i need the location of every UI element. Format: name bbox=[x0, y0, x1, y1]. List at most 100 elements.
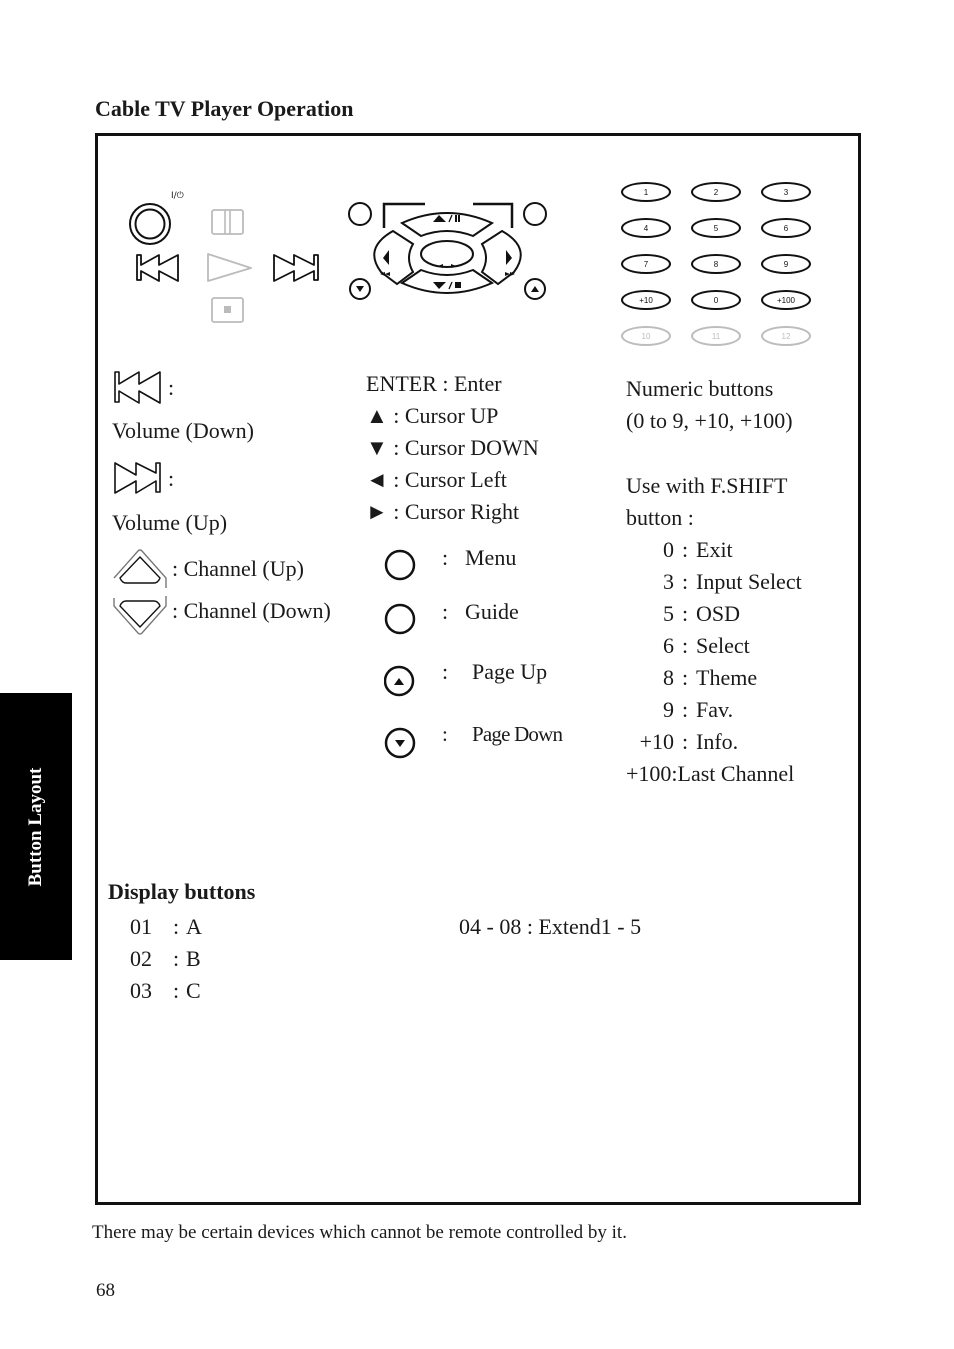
skip-forward-icon bbox=[114, 462, 161, 494]
power-button[interactable] bbox=[129, 203, 171, 245]
keypad-button[interactable]: 9 bbox=[761, 254, 811, 274]
display-button-item: 03: C bbox=[130, 975, 202, 1007]
keypad-button[interactable]: 10 bbox=[621, 326, 671, 346]
display-value: A bbox=[186, 914, 202, 939]
legend-middle-buttons: : Menu : Guide : Page Up : Page Down bbox=[384, 545, 614, 765]
fshift-value: Info. bbox=[696, 729, 739, 754]
display-value: C bbox=[186, 978, 201, 1003]
fshift-key: 5 bbox=[663, 601, 674, 626]
keypad-button[interactable]: 11 bbox=[691, 326, 741, 346]
page-number: 68 bbox=[96, 1280, 115, 1301]
fshift-item: 3: Input Select bbox=[626, 566, 846, 598]
fshift-separator: : bbox=[681, 729, 689, 754]
fshift-key: 0 bbox=[663, 537, 674, 562]
footer-note: There may be certain devices which canno… bbox=[92, 1222, 627, 1243]
keypad-button[interactable]: 4 bbox=[621, 218, 671, 238]
cursor-left-button[interactable] bbox=[373, 229, 415, 286]
fshift-key: 3 bbox=[663, 569, 674, 594]
channel-up-legend: : Channel (Up) bbox=[172, 556, 304, 581]
keypad-button[interactable]: +100 bbox=[761, 290, 811, 310]
cursor-up-button[interactable] bbox=[399, 212, 495, 238]
keypad-button[interactable]: 0 bbox=[691, 290, 741, 310]
skip-forward-button[interactable] bbox=[273, 254, 319, 282]
keypad-button[interactable]: 6 bbox=[761, 218, 811, 238]
page-down-button[interactable] bbox=[349, 278, 371, 300]
keypad-button[interactable]: 8 bbox=[691, 254, 741, 274]
fshift-value: Fav. bbox=[696, 697, 734, 722]
side-tab-label: Button Layout bbox=[25, 767, 46, 886]
numeric-range: (0 to 9, +10, +100) bbox=[626, 408, 793, 433]
cursor-legend-0: ENTER : Enter bbox=[366, 371, 502, 396]
display-separator: : bbox=[172, 946, 180, 971]
fshift-item: +10: Info. bbox=[626, 726, 846, 758]
display-buttons-heading: Display buttons bbox=[108, 879, 256, 904]
menu-legend: Menu bbox=[465, 545, 517, 570]
fshift-item: 5: OSD bbox=[626, 598, 846, 630]
channel-rocker-icon bbox=[113, 549, 167, 635]
fshift-key: 6 bbox=[663, 633, 674, 658]
numeric-title: Numeric buttons bbox=[626, 376, 774, 401]
play-button[interactable] bbox=[207, 253, 252, 282]
display-key: 03 bbox=[130, 978, 152, 1003]
display-value: B bbox=[186, 946, 201, 971]
channel-down-legend: : Channel (Down) bbox=[172, 598, 331, 623]
legend-right: Numeric buttons (0 to 9, +10, +100) Use … bbox=[626, 373, 846, 790]
fshift-key: 8 bbox=[663, 665, 674, 690]
menu-button[interactable] bbox=[348, 202, 372, 226]
page-down-circle-icon bbox=[384, 727, 416, 759]
display-key: 01 bbox=[130, 914, 152, 939]
stop-button[interactable] bbox=[211, 297, 244, 323]
section-side-tab: Button Layout bbox=[0, 693, 72, 960]
pause-button[interactable] bbox=[211, 209, 244, 235]
numeric-keypad: 1 2 3 4 5 6 7 8 9 +10 0 +100 10 11 12 bbox=[621, 182, 816, 352]
cursor-right-button[interactable] bbox=[480, 229, 522, 286]
fshift-key: +10 bbox=[639, 729, 674, 754]
display-button-item: 01: A bbox=[130, 911, 202, 943]
display-separator: : bbox=[172, 914, 180, 939]
guide-legend: Guide bbox=[465, 599, 519, 624]
keypad-button[interactable]: 2 bbox=[691, 182, 741, 202]
skip-forward-colon: : bbox=[168, 466, 175, 491]
fshift-item: 6: Select bbox=[626, 630, 846, 662]
fshift-separator: : bbox=[681, 697, 689, 722]
display-separator: : bbox=[172, 978, 180, 1003]
page-up-button[interactable] bbox=[524, 278, 546, 300]
skip-back-legend: : bbox=[112, 368, 174, 411]
legend-middle: ENTER : Enter ▲ : Cursor UP ▼ : Cursor D… bbox=[366, 368, 606, 528]
keypad-button[interactable]: 5 bbox=[691, 218, 741, 238]
keypad-button[interactable]: 12 bbox=[761, 326, 811, 346]
skip-forward-legend: : bbox=[112, 459, 174, 502]
fshift-separator: : bbox=[681, 537, 689, 562]
skip-back-colon: : bbox=[168, 375, 175, 400]
cursor-legend-3: ◄ : Cursor Left bbox=[366, 467, 507, 492]
keypad-button[interactable]: 7 bbox=[621, 254, 671, 274]
enter-button[interactable] bbox=[420, 240, 474, 268]
display-key: 02 bbox=[130, 946, 152, 971]
fshift-value: Exit bbox=[696, 537, 733, 562]
guide-colon: : bbox=[442, 599, 449, 624]
guide-circle-icon bbox=[384, 603, 416, 635]
fshift-value: Input Select bbox=[696, 569, 802, 594]
fshift-item: 8: Theme bbox=[626, 662, 846, 694]
page-down-colon: : bbox=[442, 722, 448, 746]
cursor-down-button[interactable] bbox=[399, 268, 495, 294]
guide-button[interactable] bbox=[523, 202, 547, 226]
menu-colon: : bbox=[442, 545, 449, 570]
menu-circle-icon bbox=[384, 549, 416, 581]
skip-back-button[interactable] bbox=[136, 254, 179, 282]
display-buttons-list: 01: A 02: B 03: C bbox=[130, 911, 202, 1007]
fshift-separator: : bbox=[681, 633, 689, 658]
keypad-button[interactable]: 3 bbox=[761, 182, 811, 202]
cursor-legend-1: ▲ : Cursor UP bbox=[366, 403, 499, 428]
fshift-intro-line1: Use with F.SHIFT bbox=[626, 473, 788, 498]
skip-back-description: Volume (Down) bbox=[112, 418, 254, 443]
fshift-item: 0: Exit bbox=[626, 534, 846, 566]
fshift-last-channel: +100:Last Channel bbox=[626, 761, 795, 786]
skip-back-icon bbox=[114, 371, 161, 404]
display-button-item: 02: B bbox=[130, 943, 202, 975]
keypad-button[interactable]: 1 bbox=[621, 182, 671, 202]
page-up-circle-icon bbox=[384, 665, 415, 697]
fshift-value: OSD bbox=[696, 601, 741, 626]
keypad-button[interactable]: +10 bbox=[621, 290, 671, 310]
page-up-colon: : bbox=[442, 659, 449, 684]
